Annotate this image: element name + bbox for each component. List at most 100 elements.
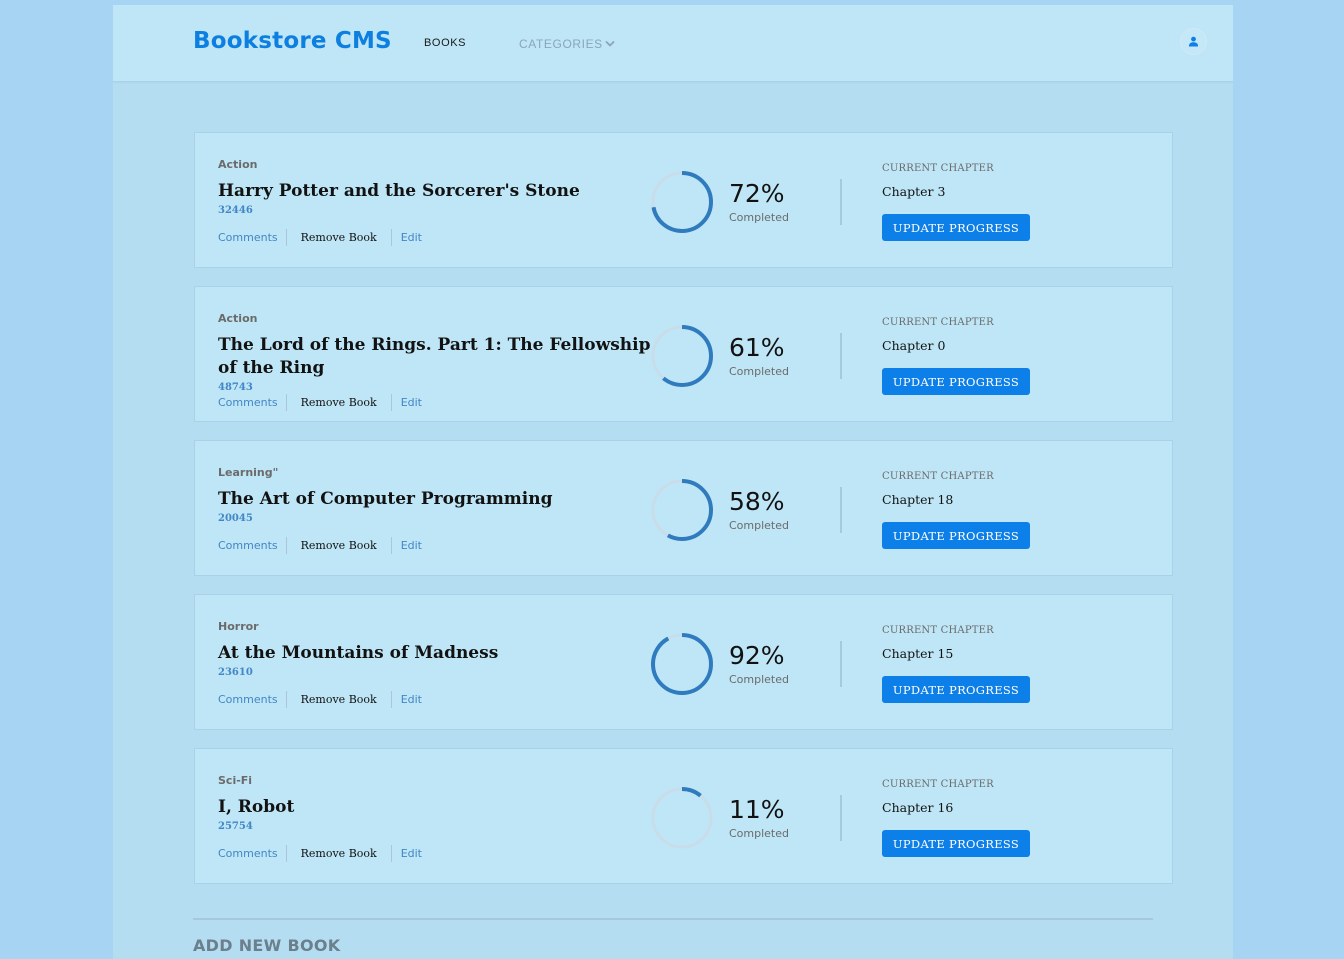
book-actions: Comments Remove Book Edit — [218, 537, 422, 554]
nav-link-books[interactable]: BOOKS — [424, 37, 466, 49]
remove-book-button[interactable]: Remove Book — [301, 539, 377, 552]
current-chapter-label: CURRENT CHAPTER — [882, 625, 994, 636]
book-actions: Comments Remove Book Edit — [218, 229, 422, 246]
comments-button[interactable]: Comments — [218, 693, 278, 706]
progress-ring — [651, 633, 713, 695]
book-title: The Art of Computer Programming — [218, 489, 553, 509]
edit-button[interactable]: Edit — [401, 847, 422, 860]
book-genre: Learning" — [218, 466, 279, 479]
update-progress-button[interactable]: UPDATE PROGRESS — [882, 676, 1030, 703]
remove-book-button[interactable]: Remove Book — [301, 693, 377, 706]
comments-button[interactable]: Comments — [218, 847, 278, 860]
progress-completed-label: Completed — [729, 211, 789, 224]
comments-button[interactable]: Comments — [218, 231, 278, 244]
comments-button[interactable]: Comments — [218, 396, 278, 409]
progress-completed-label: Completed — [729, 673, 789, 686]
book-title: The Lord of the Rings. Part 1: The Fello… — [218, 335, 651, 378]
action-divider — [390, 229, 392, 246]
current-chapter-value: Chapter 0 — [882, 338, 946, 353]
book-title: I, Robot — [218, 797, 295, 817]
book-card: Learning" The Art of Computer Programmin… — [194, 440, 1173, 576]
section-divider — [840, 179, 842, 225]
remove-book-button[interactable]: Remove Book — [301, 231, 377, 244]
remove-book-button[interactable]: Remove Book — [301, 847, 377, 860]
action-divider — [390, 394, 392, 411]
book-genre: Horror — [218, 620, 259, 633]
book-title-block: At the Mountains of Madness 23610 — [218, 642, 653, 679]
progress-ring — [651, 479, 713, 541]
edit-button[interactable]: Edit — [401, 396, 422, 409]
progress-completed-label: Completed — [729, 827, 789, 840]
user-icon — [1188, 36, 1199, 47]
progress-percent: 92% — [729, 641, 785, 670]
update-progress-button[interactable]: UPDATE PROGRESS — [882, 830, 1030, 857]
add-new-book-heading: ADD NEW BOOK — [193, 936, 341, 955]
section-divider — [840, 487, 842, 533]
action-divider — [285, 229, 287, 246]
book-genre: Action — [218, 312, 258, 325]
edit-button[interactable]: Edit — [401, 539, 422, 552]
update-progress-button[interactable]: UPDATE PROGRESS — [882, 368, 1030, 395]
navbar: Bookstore CMS BOOKS CATEGORIES — [113, 5, 1233, 82]
update-progress-button[interactable]: UPDATE PROGRESS — [882, 522, 1030, 549]
brand-logo[interactable]: Bookstore CMS — [193, 28, 392, 54]
current-chapter-label: CURRENT CHAPTER — [882, 471, 994, 482]
progress-percent: 61% — [729, 333, 785, 362]
section-divider — [840, 795, 842, 841]
section-divider — [840, 641, 842, 687]
chevron-down-icon — [605, 41, 615, 47]
progress-percent: 58% — [729, 487, 785, 516]
book-author: 25754 — [218, 821, 253, 832]
progress-ring-arc — [651, 633, 713, 695]
book-author: 48743 — [218, 382, 253, 393]
book-author: 20045 — [218, 513, 253, 524]
progress-completed-label: Completed — [729, 365, 789, 378]
book-card: Sci-Fi I, Robot 25754 Comments Remove Bo… — [194, 748, 1173, 884]
book-title-block: The Art of Computer Programming 20045 — [218, 488, 653, 525]
book-card: Action Harry Potter and the Sorcerer's S… — [194, 132, 1173, 268]
book-genre: Sci-Fi — [218, 774, 253, 787]
nav-link-categories[interactable]: CATEGORIES — [519, 37, 615, 51]
progress-percent: 72% — [729, 179, 785, 208]
action-divider — [390, 691, 392, 708]
edit-button[interactable]: Edit — [401, 231, 422, 244]
progress-percent: 11% — [729, 795, 785, 824]
book-card: Horror At the Mountains of Madness 23610… — [194, 594, 1173, 730]
current-chapter-label: CURRENT CHAPTER — [882, 163, 994, 174]
book-title-block: Harry Potter and the Sorcerer's Stone 32… — [218, 180, 653, 217]
current-chapter-value: Chapter 15 — [882, 646, 954, 661]
action-divider — [285, 394, 287, 411]
current-chapter-value: Chapter 16 — [882, 800, 954, 815]
progress-ring — [651, 787, 713, 849]
remove-book-button[interactable]: Remove Book — [301, 396, 377, 409]
progress-ring — [651, 325, 713, 387]
update-progress-button[interactable]: UPDATE PROGRESS — [882, 214, 1030, 241]
action-divider — [285, 845, 287, 862]
action-divider — [285, 691, 287, 708]
book-title-block: I, Robot 25754 — [218, 796, 653, 833]
book-actions: Comments Remove Book Edit — [218, 845, 422, 862]
user-profile-button[interactable] — [1180, 28, 1207, 55]
progress-ring — [651, 171, 713, 233]
book-title-block: The Lord of the Rings. Part 1: The Fello… — [218, 334, 653, 394]
nav-categories-label: CATEGORIES — [519, 37, 603, 51]
book-actions: Comments Remove Book Edit — [218, 394, 422, 411]
comments-button[interactable]: Comments — [218, 539, 278, 552]
book-author: 32446 — [218, 205, 253, 216]
edit-button[interactable]: Edit — [401, 693, 422, 706]
book-title: Harry Potter and the Sorcerer's Stone — [218, 181, 580, 201]
action-divider — [390, 845, 392, 862]
action-divider — [285, 537, 287, 554]
action-divider — [390, 537, 392, 554]
current-chapter-value: Chapter 3 — [882, 184, 946, 199]
book-genre: Action — [218, 158, 258, 171]
progress-completed-label: Completed — [729, 519, 789, 532]
section-divider — [193, 918, 1153, 920]
book-title: At the Mountains of Madness — [218, 643, 499, 663]
current-chapter-label: CURRENT CHAPTER — [882, 779, 994, 790]
section-divider — [840, 333, 842, 379]
current-chapter-value: Chapter 18 — [882, 492, 954, 507]
book-actions: Comments Remove Book Edit — [218, 691, 422, 708]
current-chapter-label: CURRENT CHAPTER — [882, 317, 994, 328]
book-card: Action The Lord of the Rings. Part 1: Th… — [194, 286, 1173, 422]
